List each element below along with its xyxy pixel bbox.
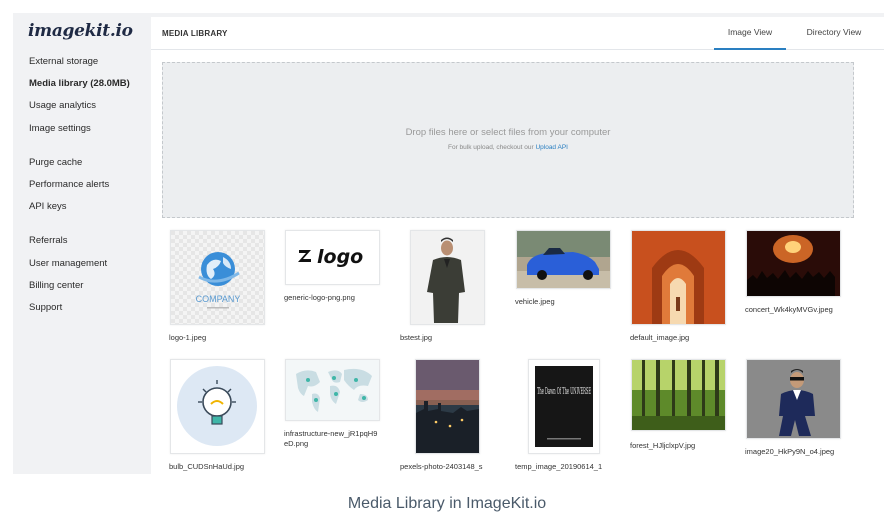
header: MEDIA LIBRARY Image View Directory View — [151, 17, 884, 50]
imagekit-logo[interactable]: imagekit.io — [28, 21, 133, 41]
sidebar-nav: External storage Media library (28.0MB) … — [29, 56, 130, 324]
tab-image-view[interactable]: Image View — [714, 17, 786, 50]
figure-caption: Media Library in ImageKit.io — [347, 495, 547, 512]
file-thumbnail[interactable] — [631, 230, 726, 325]
file-name: image20_HkPy9N_o4.jpeg — [745, 447, 835, 456]
upload-api-link[interactable]: Upload API — [535, 144, 568, 151]
main-panel: MEDIA LIBRARY Image View Directory View … — [151, 17, 884, 474]
file-thumbnail[interactable] — [410, 230, 485, 325]
file-name: pexels-photo-2403148_s — [400, 462, 483, 471]
tab-directory-view[interactable]: Directory View — [794, 17, 874, 48]
file-thumbnail[interactable] — [631, 359, 726, 431]
file-thumbnail[interactable]: COMPANY — [170, 230, 265, 325]
file-thumbnail[interactable] — [746, 230, 841, 297]
sidebar-item-external-storage[interactable]: External storage — [29, 56, 130, 78]
sidebar-item-api-keys[interactable]: API keys — [29, 201, 130, 223]
file-name: generic-logo-png.png — [284, 293, 355, 302]
file-thumbnail[interactable]: logo — [285, 230, 380, 285]
sidebar-item-purge-cache[interactable]: Purge cache — [29, 157, 130, 179]
file-thumbnail[interactable] — [170, 359, 265, 454]
file-thumbnail[interactable] — [285, 359, 380, 421]
sidebar-item-user-management[interactable]: User management — [29, 258, 130, 280]
company-logo-text: COMPANY — [196, 294, 241, 304]
page-title: MEDIA LIBRARY — [162, 29, 228, 38]
book-cover-text: The Dawn Of The UNIVERSE — [537, 387, 591, 397]
logo-thumb-text: logo — [317, 246, 363, 268]
dropzone-subtext: For bulk upload, checkout our Upload API — [163, 144, 853, 151]
sidebar: imagekit.io External storage Media libra… — [13, 13, 150, 474]
app-window: imagekit.io External storage Media libra… — [13, 13, 884, 474]
file-thumbnail[interactable] — [415, 359, 480, 454]
file-thumbnail[interactable] — [516, 230, 611, 289]
dropzone-text: Drop files here or select files from you… — [405, 127, 611, 138]
file-name: bstest.jpg — [400, 333, 433, 342]
dropzone-subtext-label: For bulk upload, checkout our — [448, 144, 534, 151]
file-name: infrastructure-new_jR1pqH9eD.png — [284, 429, 378, 448]
sidebar-item-performance-alerts[interactable]: Performance alerts — [29, 179, 130, 201]
sidebar-item-support[interactable]: Support — [29, 302, 130, 324]
file-name: logo-1.jpeg — [169, 333, 207, 342]
file-name: default_image.jpg — [630, 333, 690, 342]
file-name: temp_image_20190614_1 — [515, 462, 603, 471]
sidebar-item-referrals[interactable]: Referrals — [29, 235, 130, 257]
file-thumbnail[interactable] — [746, 359, 841, 439]
file-name: concert_Wk4kyMVGv.jpeg — [745, 305, 833, 314]
file-name: bulb_CUDSnHaUd.jpg — [169, 462, 245, 471]
file-thumbnail[interactable]: The Dawn Of The UNIVERSE — [528, 359, 600, 454]
upload-dropzone[interactable]: Drop files here or select files from you… — [162, 62, 854, 218]
file-name: vehicle.jpeg — [515, 297, 555, 306]
file-name: forest_HJljclxpV.jpg — [630, 441, 696, 450]
sidebar-item-billing-center[interactable]: Billing center — [29, 280, 130, 302]
sidebar-item-image-settings[interactable]: Image settings — [29, 123, 130, 145]
sidebar-item-media-library[interactable]: Media library (28.0MB) — [29, 78, 130, 100]
sidebar-item-usage-analytics[interactable]: Usage analytics — [29, 100, 130, 122]
